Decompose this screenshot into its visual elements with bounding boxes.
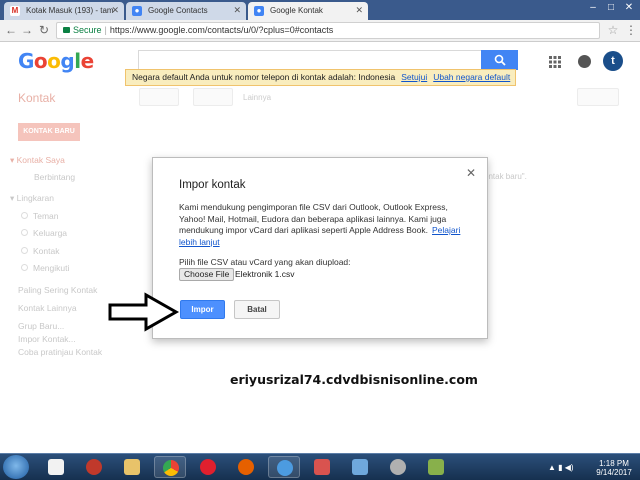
menu-icon[interactable]: ⋮ (624, 23, 638, 37)
minimize-icon[interactable]: – (585, 2, 601, 14)
circle-icon (21, 247, 28, 254)
agree-link[interactable]: Setujui (401, 72, 427, 82)
search-input[interactable] (138, 50, 518, 70)
folder-icon (124, 459, 140, 475)
browser-tab-gmail[interactable]: M Kotak Masuk (193) - tam ✕ (4, 2, 124, 20)
forward-icon[interactable]: → (20, 23, 34, 37)
sidebar-item-new-group[interactable]: Grup Baru... (18, 321, 64, 331)
default-country-notice: Negara default Anda untuk nomor telepon … (125, 69, 516, 86)
opera-icon (200, 459, 216, 475)
close-icon[interactable]: ✕ (355, 5, 363, 16)
sidebar-item-my-contacts[interactable]: ▾ Kontak Saya (10, 155, 65, 166)
star-icon[interactable]: ☆ (606, 23, 620, 37)
taskbar-app-3[interactable] (344, 456, 376, 478)
file-pick-label: Pilih file CSV atau vCard yang akan diup… (179, 257, 351, 267)
taskbar-app-5[interactable] (420, 456, 452, 478)
app-icon (86, 459, 102, 475)
taskbar-chrome[interactable] (154, 456, 186, 478)
app-icon (428, 459, 444, 475)
window-close-icon[interactable]: ✕ (621, 2, 637, 14)
select-checkbox-button[interactable] (139, 88, 179, 106)
apps-grid-icon[interactable] (549, 56, 561, 68)
browser-tab-bar: M Kotak Masuk (193) - tam ✕ ● Google Con… (0, 0, 640, 20)
watermark-text: eriyusrizal74.cdvdbisnisonline.com (230, 372, 478, 387)
new-contact-button[interactable]: KONTAK BARU (18, 123, 80, 141)
circle-icon (21, 264, 28, 271)
dialog-description: Kami mendukung pengimporan file CSV dari… (179, 202, 461, 247)
close-icon[interactable]: ✕ (465, 167, 477, 179)
tab-title: Google Kontak (270, 6, 323, 15)
sidebar-item-contacts[interactable]: Kontak (33, 246, 59, 256)
sidebar-item-circles[interactable]: ▾ Lingkaran (10, 193, 54, 204)
search-icon (494, 54, 506, 66)
secure-label: Secure (73, 25, 102, 35)
clock-time: 1:18 PM (599, 459, 629, 468)
taskbar-chrome-2[interactable] (268, 456, 300, 478)
taskbar-media-player[interactable] (40, 456, 72, 478)
app-icon (352, 459, 368, 475)
taskbar-firefox[interactable] (230, 456, 262, 478)
notifications-icon[interactable] (578, 55, 591, 68)
google-logo[interactable]: Google (18, 49, 94, 73)
settings-gear-icon[interactable] (577, 88, 619, 106)
taskbar-app[interactable] (78, 456, 110, 478)
empty-state-text: ontak baru". (484, 172, 527, 181)
sidebar-item-import[interactable]: Impor Kontak... (18, 334, 76, 344)
lock-icon (63, 27, 70, 33)
import-button[interactable]: Impor (180, 300, 225, 319)
notice-text: Negara default Anda untuk nomor telepon … (132, 72, 396, 82)
circle-icon (21, 212, 28, 219)
url-text: https://www.google.com/contacts/u/0/?cpl… (109, 25, 334, 35)
gmail-icon: M (10, 6, 20, 16)
search-button[interactable] (481, 50, 518, 70)
taskbar-app-4[interactable] (382, 456, 414, 478)
import-contacts-dialog: ✕ Impor kontak Kami mendukung pengimpora… (152, 157, 488, 339)
change-default-country-link[interactable]: Ubah negara default (433, 72, 510, 82)
sidebar-item-family[interactable]: Keluarga (33, 228, 67, 238)
system-tray-icons[interactable]: ▲ ▮ ◀) (548, 463, 574, 472)
close-icon[interactable]: ✕ (233, 5, 241, 16)
address-bar[interactable]: Secure | https://www.google.com/contacts/u… (56, 22, 600, 39)
taskbar-clock[interactable]: 1:18 PM 9/14/2017 (594, 459, 634, 477)
taskbar-opera[interactable] (192, 456, 224, 478)
chrome-icon (163, 460, 179, 476)
windows-taskbar: ▲ ▮ ◀) 1:18 PM 9/14/2017 (0, 453, 640, 480)
app-icon (314, 459, 330, 475)
add-to-group-button[interactable] (193, 88, 233, 106)
sidebar-item-following[interactable]: Mengikuti (33, 263, 69, 273)
start-button[interactable] (3, 455, 29, 479)
circle-icon (21, 229, 28, 236)
more-button[interactable]: Lainnya (243, 93, 271, 102)
sidebar-item-try-preview[interactable]: Coba pratinjau Kontak (18, 347, 102, 357)
reload-icon[interactable]: ↻ (37, 23, 51, 37)
dialog-title: Impor kontak (179, 179, 246, 191)
choose-file-button[interactable]: Choose File (179, 268, 235, 281)
taskbar-file-explorer[interactable] (116, 456, 148, 478)
sidebar-item-starred[interactable]: Berbintang (34, 172, 75, 182)
app-icon (390, 459, 406, 475)
avatar[interactable]: t (603, 51, 623, 71)
tab-title: Google Contacts (148, 6, 208, 15)
tab-title: Kotak Masuk (193) - tam (26, 6, 114, 15)
browser-tab-google-contacts[interactable]: ● Google Contacts ✕ (126, 2, 246, 20)
back-icon[interactable]: ← (4, 23, 18, 37)
sidebar-item-most-contacted[interactable]: Paling Sering Kontak (18, 285, 97, 295)
app-title: Kontak (18, 91, 56, 105)
pointer-arrow-icon (108, 292, 180, 332)
firefox-icon (238, 459, 254, 475)
clock-date: 9/14/2017 (596, 468, 632, 477)
media-player-icon (48, 459, 64, 475)
taskbar-app-2[interactable] (306, 456, 338, 478)
browser-toolbar: ← → ↻ Secure | https://www.google.com/cont… (0, 20, 640, 42)
contacts-icon: ● (132, 6, 142, 16)
close-icon[interactable]: ✕ (111, 5, 119, 16)
maximize-icon[interactable]: □ (603, 2, 619, 14)
browser-icon (277, 460, 293, 476)
selected-file-name: Elektronik 1.csv (235, 269, 295, 279)
cancel-button[interactable]: Batal (234, 300, 280, 319)
browser-tab-google-kontak[interactable]: ● Google Kontak ✕ (248, 2, 368, 20)
sidebar-item-friends[interactable]: Teman (33, 211, 59, 221)
contacts-icon: ● (254, 6, 264, 16)
sidebar-item-other-contacts[interactable]: Kontak Lainnya (18, 303, 77, 313)
